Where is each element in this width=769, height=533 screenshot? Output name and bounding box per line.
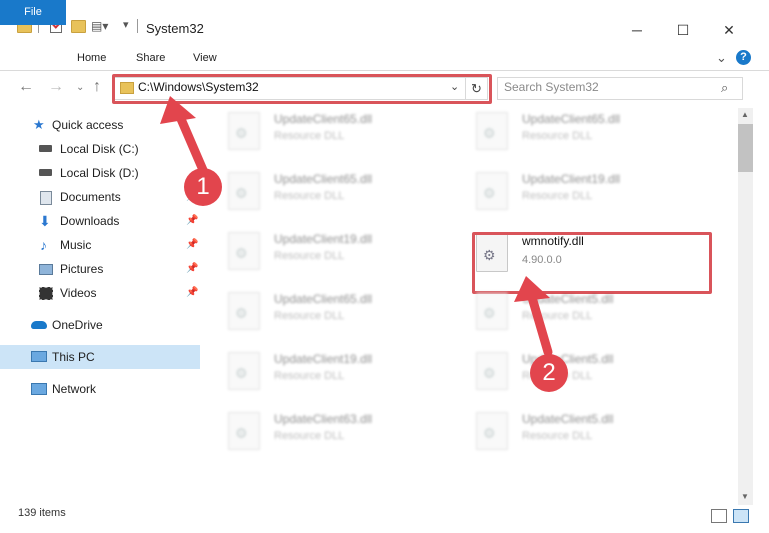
callout-arrow-2 bbox=[526, 289, 553, 357]
callout-arrowhead-1 bbox=[160, 96, 196, 124]
callout-arrowhead-2 bbox=[514, 276, 550, 302]
callout-arrow-1 bbox=[173, 107, 208, 175]
step-badge-1: 1 bbox=[184, 168, 222, 206]
callout-arrows bbox=[160, 96, 553, 357]
large-icons-view-icon[interactable] bbox=[733, 509, 749, 523]
step-badge-2: 2 bbox=[530, 354, 568, 392]
item-count: 139 items bbox=[18, 507, 66, 519]
status-bar bbox=[0, 505, 769, 533]
details-view-icon[interactable] bbox=[711, 509, 727, 523]
